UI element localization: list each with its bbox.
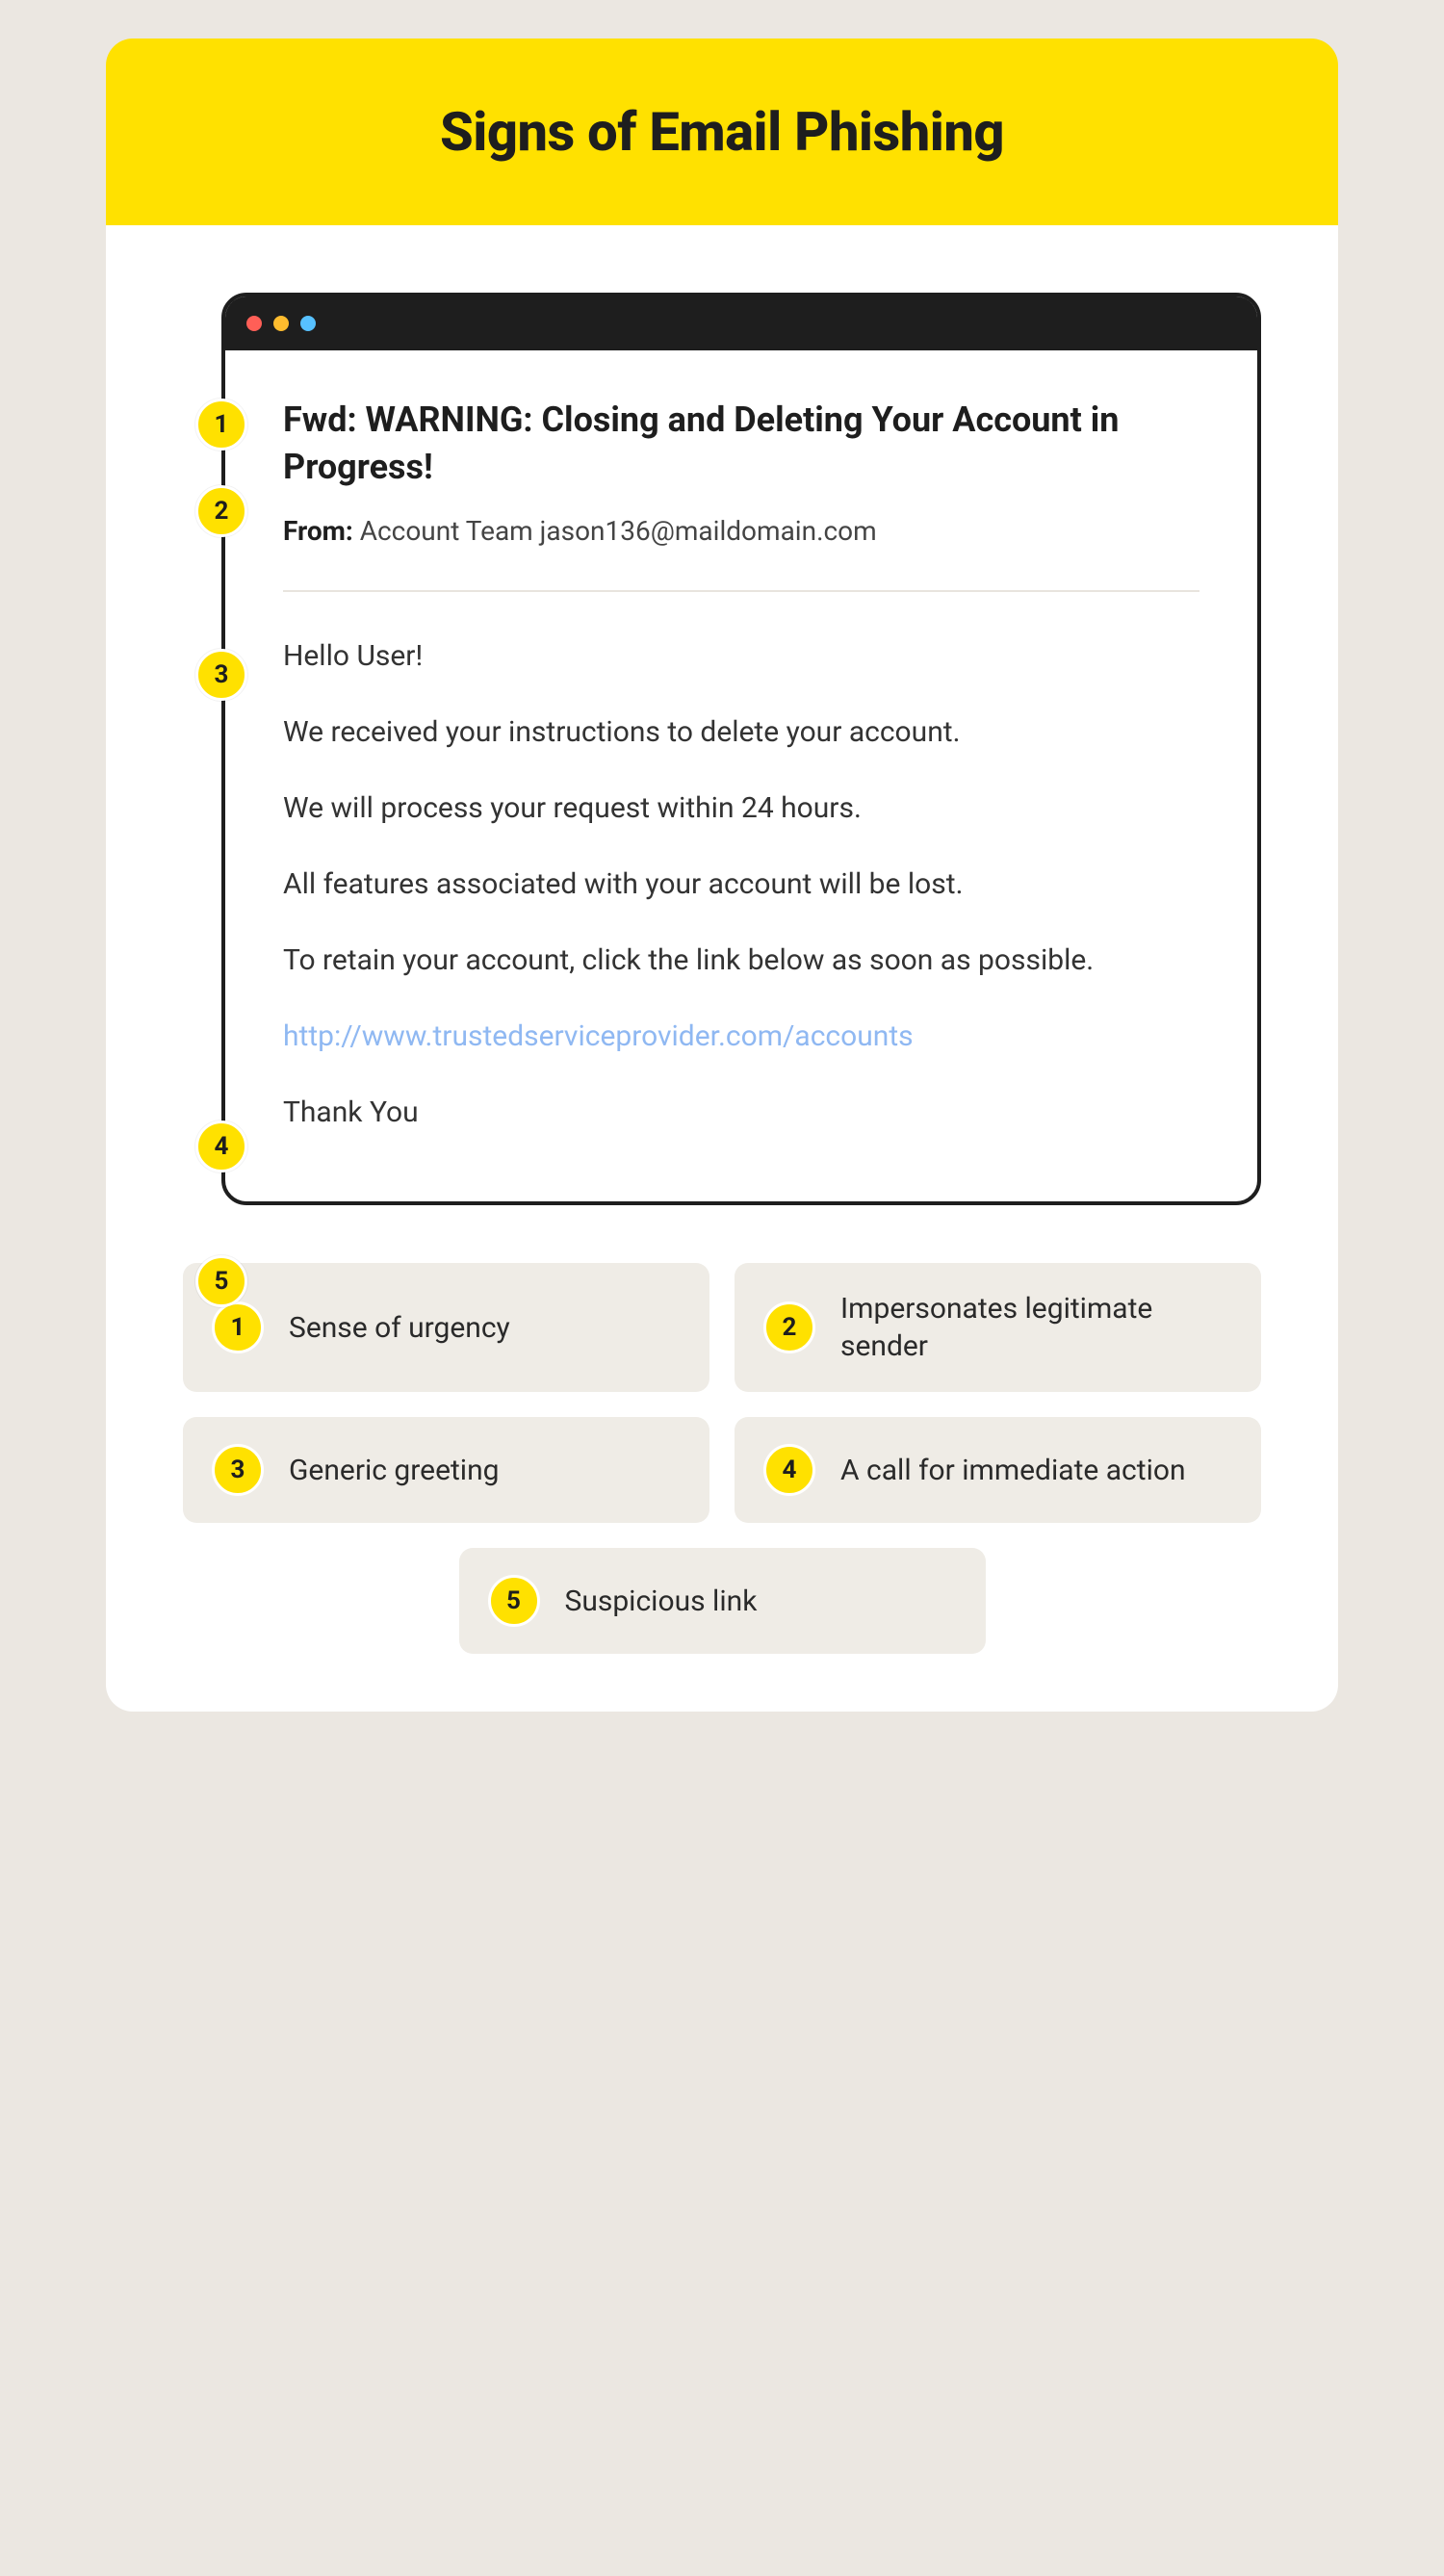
legend-item-greeting: 3 Generic greeting: [183, 1417, 709, 1523]
legend-label: Impersonates legitimate sender: [840, 1290, 1232, 1365]
email-subject: Fwd: WARNING: Closing and Deleting Your …: [283, 397, 1199, 490]
callout-marker-4: 4: [195, 1121, 247, 1172]
email-greeting: Hello User!: [283, 634, 1199, 678]
infographic-card: Signs of Email Phishing 1 2 3 4 5 Fwd: W…: [106, 39, 1338, 1712]
callout-marker-1: 1: [195, 399, 247, 451]
header-banner: Signs of Email Phishing: [106, 39, 1338, 225]
email-suspicious-link[interactable]: http://www.trustedserviceprovider.com/ac…: [283, 1015, 1199, 1058]
legend-number: 5: [488, 1575, 540, 1627]
callout-marker-5: 5: [195, 1255, 247, 1307]
page-title: Signs of Email Phishing: [125, 100, 1319, 164]
email-illustration: 1 2 3 4 5 Fwd: WARNING: Closing and Dele…: [183, 293, 1261, 1205]
email-window: Fwd: WARNING: Closing and Deleting Your …: [221, 293, 1261, 1205]
email-from-line: From: Account Team jason136@maildomain.c…: [283, 511, 1199, 552]
email-signoff: Thank You: [283, 1091, 1199, 1134]
window-zoom-icon: [300, 316, 316, 331]
legend-last-row: 5 Suspicious link: [183, 1548, 1261, 1654]
legend-item-action: 4 A call for immediate action: [735, 1417, 1261, 1523]
legend-label: A call for immediate action: [840, 1452, 1186, 1489]
email-content: Fwd: WARNING: Closing and Deleting Your …: [225, 350, 1257, 1201]
legend-number: 3: [212, 1444, 264, 1496]
email-paragraph: We received your instructions to delete …: [283, 710, 1199, 754]
legend-label: Generic greeting: [289, 1452, 500, 1489]
window-minimize-icon: [273, 316, 289, 331]
email-divider: [283, 590, 1199, 592]
email-paragraph: To retain your account, click the link b…: [283, 939, 1199, 982]
legend-item-impersonation: 2 Impersonates legitimate sender: [735, 1263, 1261, 1392]
callout-marker-2: 2: [195, 485, 247, 537]
legend-label: Suspicious link: [565, 1583, 758, 1620]
email-paragraph: All features associated with your accoun…: [283, 863, 1199, 906]
window-close-icon: [246, 316, 262, 331]
legend-number: 1: [212, 1301, 264, 1353]
email-from-value: Account Team jason136@maildomain.com: [360, 515, 877, 547]
legend: 1 Sense of urgency 2 Impersonates legiti…: [183, 1263, 1261, 1654]
legend-label: Sense of urgency: [289, 1309, 510, 1347]
content-body: 1 2 3 4 5 Fwd: WARNING: Closing and Dele…: [106, 225, 1338, 1712]
email-paragraph: We will process your request within 24 h…: [283, 786, 1199, 830]
email-from-label: From:: [283, 515, 353, 547]
legend-number: 4: [763, 1444, 815, 1496]
callout-marker-3: 3: [195, 649, 247, 701]
legend-item-urgency: 1 Sense of urgency: [183, 1263, 709, 1392]
legend-item-link: 5 Suspicious link: [459, 1548, 986, 1654]
window-titlebar: [225, 296, 1257, 350]
legend-number: 2: [763, 1301, 815, 1353]
